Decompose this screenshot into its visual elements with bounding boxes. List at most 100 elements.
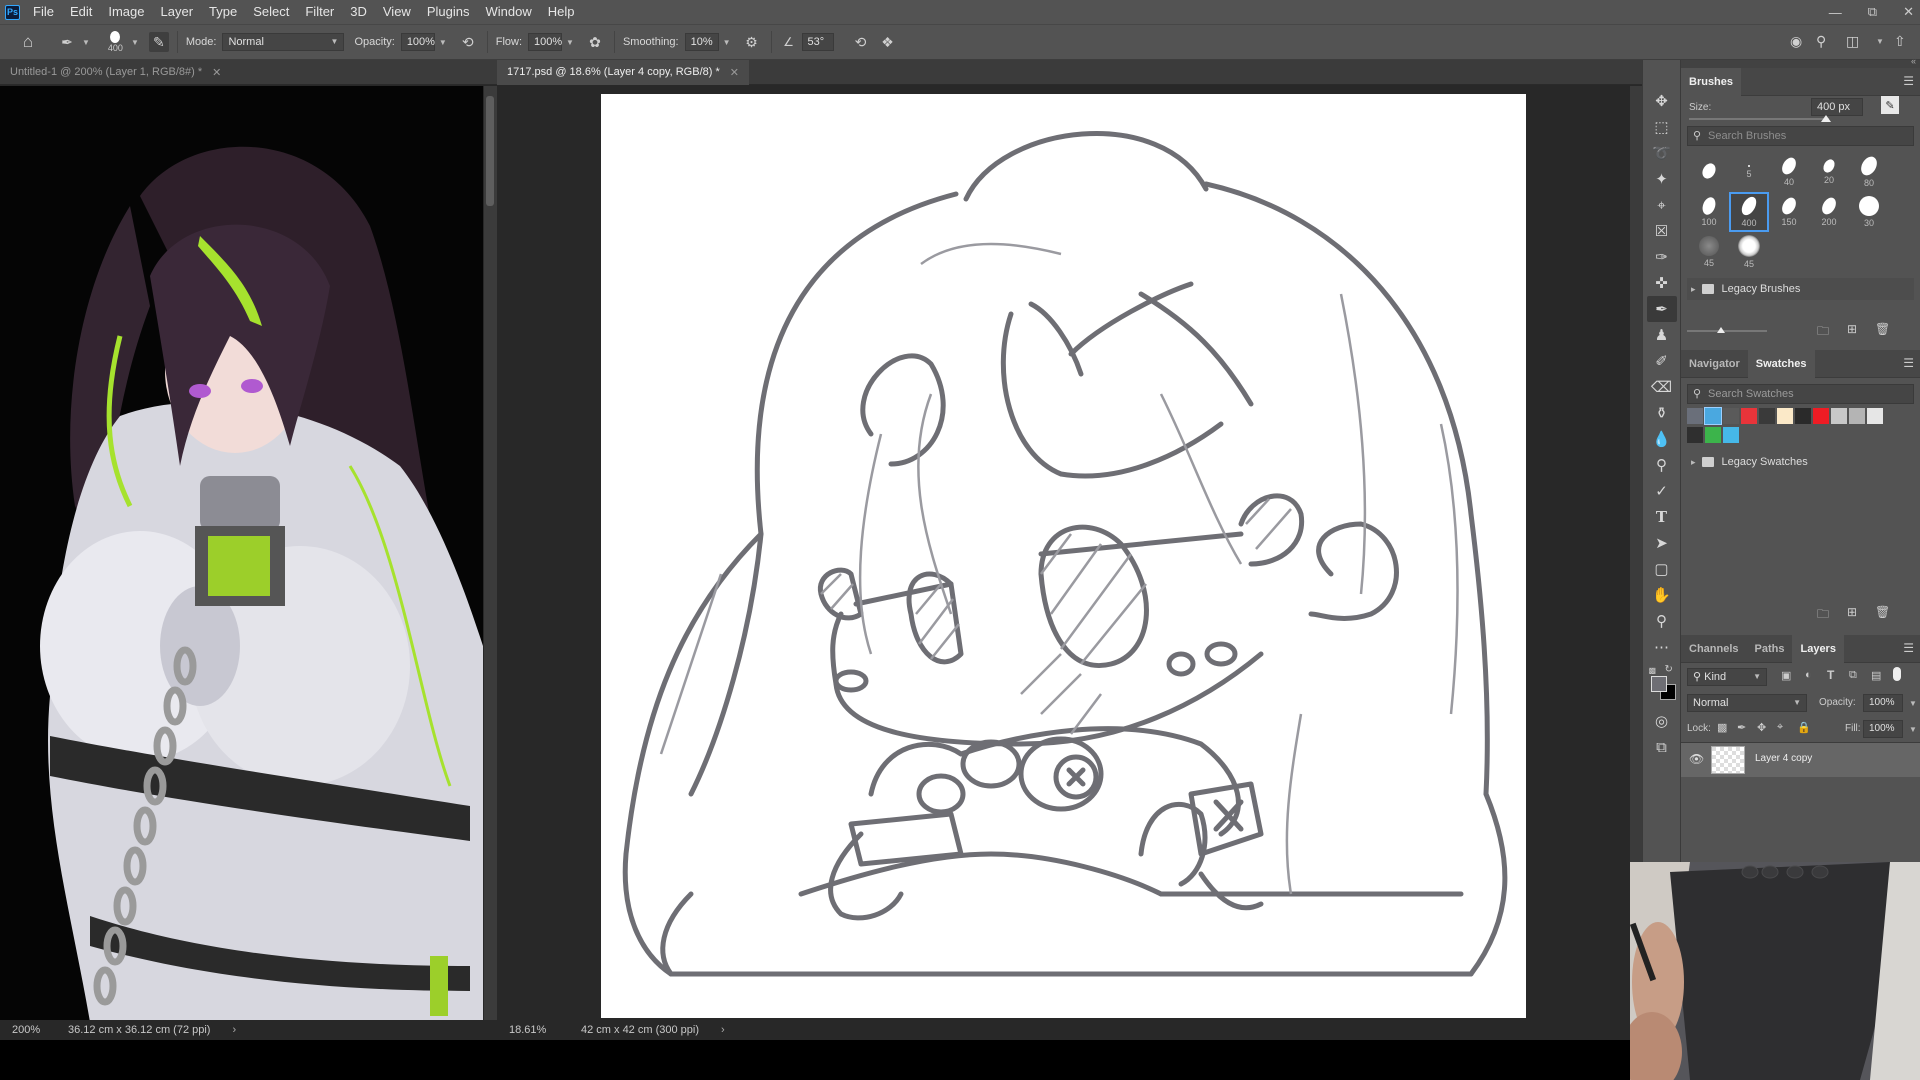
brush-settings-icon[interactable]: ✎ <box>148 32 169 52</box>
chevron-down-icon[interactable]: ▼ <box>82 38 90 47</box>
color-swatch[interactable] <box>1705 427 1721 443</box>
fill-input[interactable]: 100% <box>1863 720 1903 738</box>
zoom-level[interactable]: 18.61% <box>509 1024 581 1036</box>
color-swatch[interactable] <box>1741 408 1757 424</box>
pen-tool-icon[interactable]: ✓ <box>1647 478 1677 504</box>
smoothing-input[interactable]: 10% <box>684 33 719 51</box>
layer-row[interactable]: 👁 Layer 4 copy <box>1681 743 1920 777</box>
screen-mode-icon[interactable]: ⧉ <box>1647 734 1677 760</box>
brush-preset[interactable]: 30 <box>1849 192 1889 232</box>
share-icon[interactable]: ⇧ <box>1894 33 1906 50</box>
path-select-icon[interactable]: ➤ <box>1647 530 1677 556</box>
healing-brush-icon[interactable]: ✜ <box>1647 270 1677 296</box>
menu-layer[interactable]: Layer <box>153 0 202 24</box>
menu-file[interactable]: File <box>25 0 62 24</box>
brush-preset[interactable] <box>1689 152 1729 192</box>
preview-slider-thumb[interactable] <box>1717 327 1725 333</box>
color-swatch[interactable] <box>1723 427 1739 443</box>
tab-brushes[interactable]: Brushes <box>1681 67 1742 96</box>
new-group-icon[interactable]: 🗀 <box>1817 322 1829 343</box>
hand-tool-icon[interactable]: ✋ <box>1647 582 1677 608</box>
size-slider-thumb[interactable] <box>1821 115 1831 122</box>
quick-mask-icon[interactable]: ◎ <box>1647 708 1677 734</box>
smoothing-settings-icon[interactable]: ⚙ <box>741 34 763 51</box>
drawing-canvas[interactable] <box>601 94 1526 1018</box>
adjustment-filter-icon[interactable]: ◐ <box>1805 669 1812 681</box>
photoshop-logo[interactable]: Ps <box>5 4 20 20</box>
angle-input[interactable]: 53° <box>801 33 834 51</box>
color-swatch[interactable] <box>1831 408 1847 424</box>
brush-preset[interactable]: 20 <box>1809 152 1849 192</box>
size-slider[interactable] <box>1689 118 1829 120</box>
chevron-down-icon[interactable]: ▼ <box>439 38 447 47</box>
lock-position-icon[interactable]: ✥ <box>1757 721 1766 734</box>
close-tab-icon[interactable]: ✕ <box>212 66 221 79</box>
blur-tool-icon[interactable]: 💧 <box>1647 426 1677 452</box>
layer-thumbnail[interactable] <box>1711 746 1745 774</box>
color-swatch[interactable] <box>1867 408 1883 424</box>
color-swatch[interactable] <box>1704 407 1722 425</box>
frame-tool-icon[interactable]: ☒ <box>1647 218 1677 244</box>
legacy-swatches-folder[interactable]: ▸ Legacy Swatches <box>1687 451 1914 473</box>
chevron-down-icon[interactable]: ▼ <box>1909 699 1917 708</box>
layer-opacity-input[interactable]: 100% <box>1863 694 1903 712</box>
panel-menu-icon[interactable]: ☰ <box>1903 356 1914 370</box>
restore-icon[interactable]: ⧉ <box>1868 4 1877 20</box>
lasso-tool-icon[interactable]: ➰ <box>1647 140 1677 166</box>
tab-navigator[interactable]: Navigator <box>1681 350 1748 378</box>
pixel-filter-icon[interactable]: ▣ <box>1781 669 1791 682</box>
vertical-scrollbar[interactable] <box>484 86 497 1022</box>
chevron-right-icon[interactable]: › <box>721 1024 725 1036</box>
collapse-icon[interactable]: « <box>1911 56 1916 66</box>
brush-preset[interactable]: 200 <box>1809 192 1849 232</box>
foreground-color-swatch[interactable] <box>1650 676 1667 692</box>
menu-3d[interactable]: 3D <box>342 0 375 24</box>
menu-window[interactable]: Window <box>477 0 539 24</box>
search-icon[interactable]: ⚲ <box>1816 33 1826 50</box>
brush-preset[interactable]: 45 <box>1729 232 1769 272</box>
move-tool-icon[interactable]: ✥ <box>1647 88 1677 114</box>
minimize-icon[interactable]: — <box>1829 5 1842 20</box>
tab-channels[interactable]: Channels <box>1681 635 1747 663</box>
stamp-tool-icon[interactable]: ♟ <box>1647 322 1677 348</box>
new-group-icon[interactable]: 🗀 <box>1817 605 1829 626</box>
brush-preset[interactable]: 80 <box>1849 152 1889 192</box>
menu-filter[interactable]: Filter <box>297 0 342 24</box>
brush-tool-icon[interactable]: ✒ <box>1646 296 1677 322</box>
type-filter-icon[interactable]: T <box>1827 668 1834 682</box>
dodge-tool-icon[interactable]: ⚲ <box>1647 452 1677 478</box>
size-input[interactable]: 400 px <box>1811 98 1863 116</box>
home-icon[interactable]: ⌂ <box>0 32 56 52</box>
magic-wand-icon[interactable]: ✦ <box>1647 166 1677 192</box>
zoom-tool-icon[interactable]: ⚲ <box>1647 608 1677 634</box>
zoom-level[interactable]: 200% <box>12 1024 68 1036</box>
chevron-down-icon[interactable]: ▼ <box>131 38 139 47</box>
brush-preset[interactable]: 100 <box>1689 192 1729 232</box>
chevron-down-icon[interactable]: ▼ <box>1876 37 1884 46</box>
chevron-right-icon[interactable]: › <box>232 1024 236 1036</box>
scroll-thumb[interactable] <box>486 96 494 206</box>
filter-toggle[interactable] <box>1893 667 1901 681</box>
color-swatch[interactable] <box>1813 408 1829 424</box>
symmetry-icon[interactable]: ❖ <box>876 34 900 51</box>
mode-select[interactable]: Normal ▼ <box>222 33 345 51</box>
shape-filter-icon[interactable]: ⧉ <box>1849 669 1857 682</box>
kind-filter-select[interactable]: ⚲ Kind ▼ <box>1687 668 1767 686</box>
share-user-icon[interactable]: ◉ <box>1790 33 1802 50</box>
lock-transparent-icon[interactable]: ▩ <box>1717 721 1727 734</box>
panel-menu-icon[interactable]: ☰ <box>1903 74 1914 88</box>
workspace-icon[interactable]: ◫ <box>1846 33 1859 50</box>
preview-size-slider[interactable] <box>1687 330 1767 332</box>
brush-preset[interactable]: 150 <box>1769 192 1809 232</box>
lock-artboard-icon[interactable]: ⌖ <box>1777 721 1783 734</box>
chevron-down-icon[interactable]: ▼ <box>723 38 731 47</box>
delete-icon[interactable]: 🗑 <box>1875 605 1890 619</box>
history-brush-icon[interactable]: ✐ <box>1647 348 1677 374</box>
opacity-input[interactable]: 100% <box>400 33 435 51</box>
tab-paths[interactable]: Paths <box>1747 635 1793 663</box>
color-swatch[interactable] <box>1795 408 1811 424</box>
flow-input[interactable]: 100% <box>528 33 562 51</box>
menu-type[interactable]: Type <box>201 0 245 24</box>
lock-image-icon[interactable]: ✒ <box>1737 721 1746 734</box>
visibility-eye-icon[interactable]: 👁 <box>1689 752 1704 766</box>
